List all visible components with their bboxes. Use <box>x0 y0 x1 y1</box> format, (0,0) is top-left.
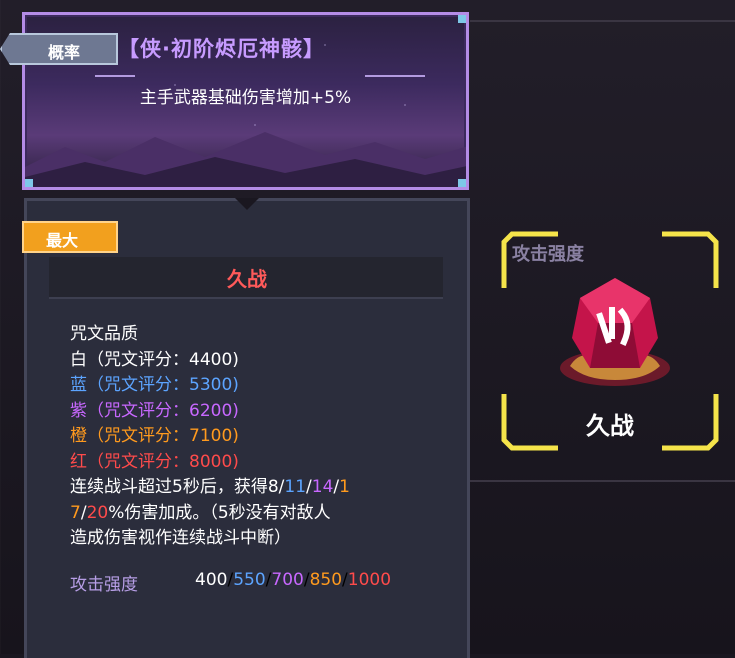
corner-ornament <box>458 15 466 23</box>
effect-text: 连续战斗超过5秒后，获得 <box>70 477 268 497</box>
max-tag: 最大 <box>22 221 118 253</box>
effect-line-3: 造成伤害视作连续战斗中断） <box>70 528 291 548</box>
corner-ornament <box>458 179 466 187</box>
probability-tag: 概率 <box>0 33 118 65</box>
stat-white: 400 <box>195 570 228 590</box>
value-orange-part2: 7 <box>70 502 81 523</box>
mountains-decoration <box>25 132 466 187</box>
set-description: 主手武器基础伤害增加+5% <box>139 88 352 108</box>
effect-line-2: 7/20%伤害加成。（5秒没有对敌人 <box>70 501 350 527</box>
stat-red: 1000 <box>347 570 392 590</box>
stat-blue: 550 <box>233 570 266 590</box>
divider <box>470 20 735 22</box>
rune-gem-icon <box>560 278 670 386</box>
quality-purple: 紫（咒文评分：6200) <box>70 400 239 421</box>
value-white: 8 <box>267 477 279 497</box>
value-orange-part1: 1 <box>339 477 350 497</box>
max-tag-label: 最大 <box>46 231 79 250</box>
attack-strength-label: 攻击强度 <box>70 575 138 595</box>
divider-left <box>95 75 135 77</box>
set-name: 【侠·初阶烬厄神骸】 <box>118 37 325 61</box>
card-category: 攻击强度 <box>512 244 584 265</box>
divider-right <box>365 75 425 77</box>
quality-red: 红（咒文评分：8000) <box>70 451 239 472</box>
quality-heading: 咒文品质 <box>70 324 138 344</box>
attack-strength-values: 400/550/700/850/1000 <box>195 570 391 590</box>
quality-orange: 橙（咒文评分：7100) <box>70 426 239 446</box>
value-red: 20 <box>86 502 109 523</box>
stat-purple: 700 <box>271 570 304 590</box>
probability-tag-label: 概率 <box>48 43 81 62</box>
stat-orange: 850 <box>309 570 343 590</box>
rune-title: 久战 <box>227 267 267 291</box>
corner-ornament <box>25 179 33 187</box>
quality-white: 白（咒文评分：4400) <box>70 349 239 370</box>
effect-line-1: 连续战斗超过5秒后，获得8/11/14/1 <box>70 475 350 501</box>
value-purple: 14 <box>311 477 334 497</box>
quality-blue: 蓝（咒文评分：5300) <box>70 375 239 395</box>
divider <box>470 480 735 482</box>
rune-card[interactable]: 攻击强度 久战 <box>498 228 722 454</box>
card-rune-name: 久战 <box>586 412 634 440</box>
attack-strength-row: 攻击强度 400/550/700/850/1000 <box>70 570 391 595</box>
value-blue: 11 <box>284 477 307 497</box>
effect-text: %伤害加成。（5秒没有对敌人 <box>108 502 331 523</box>
panel-notch <box>235 198 259 210</box>
rune-description: 咒文品质 白（咒文评分：4400) 蓝（咒文评分：5300) 紫（咒文评分：62… <box>70 322 350 552</box>
